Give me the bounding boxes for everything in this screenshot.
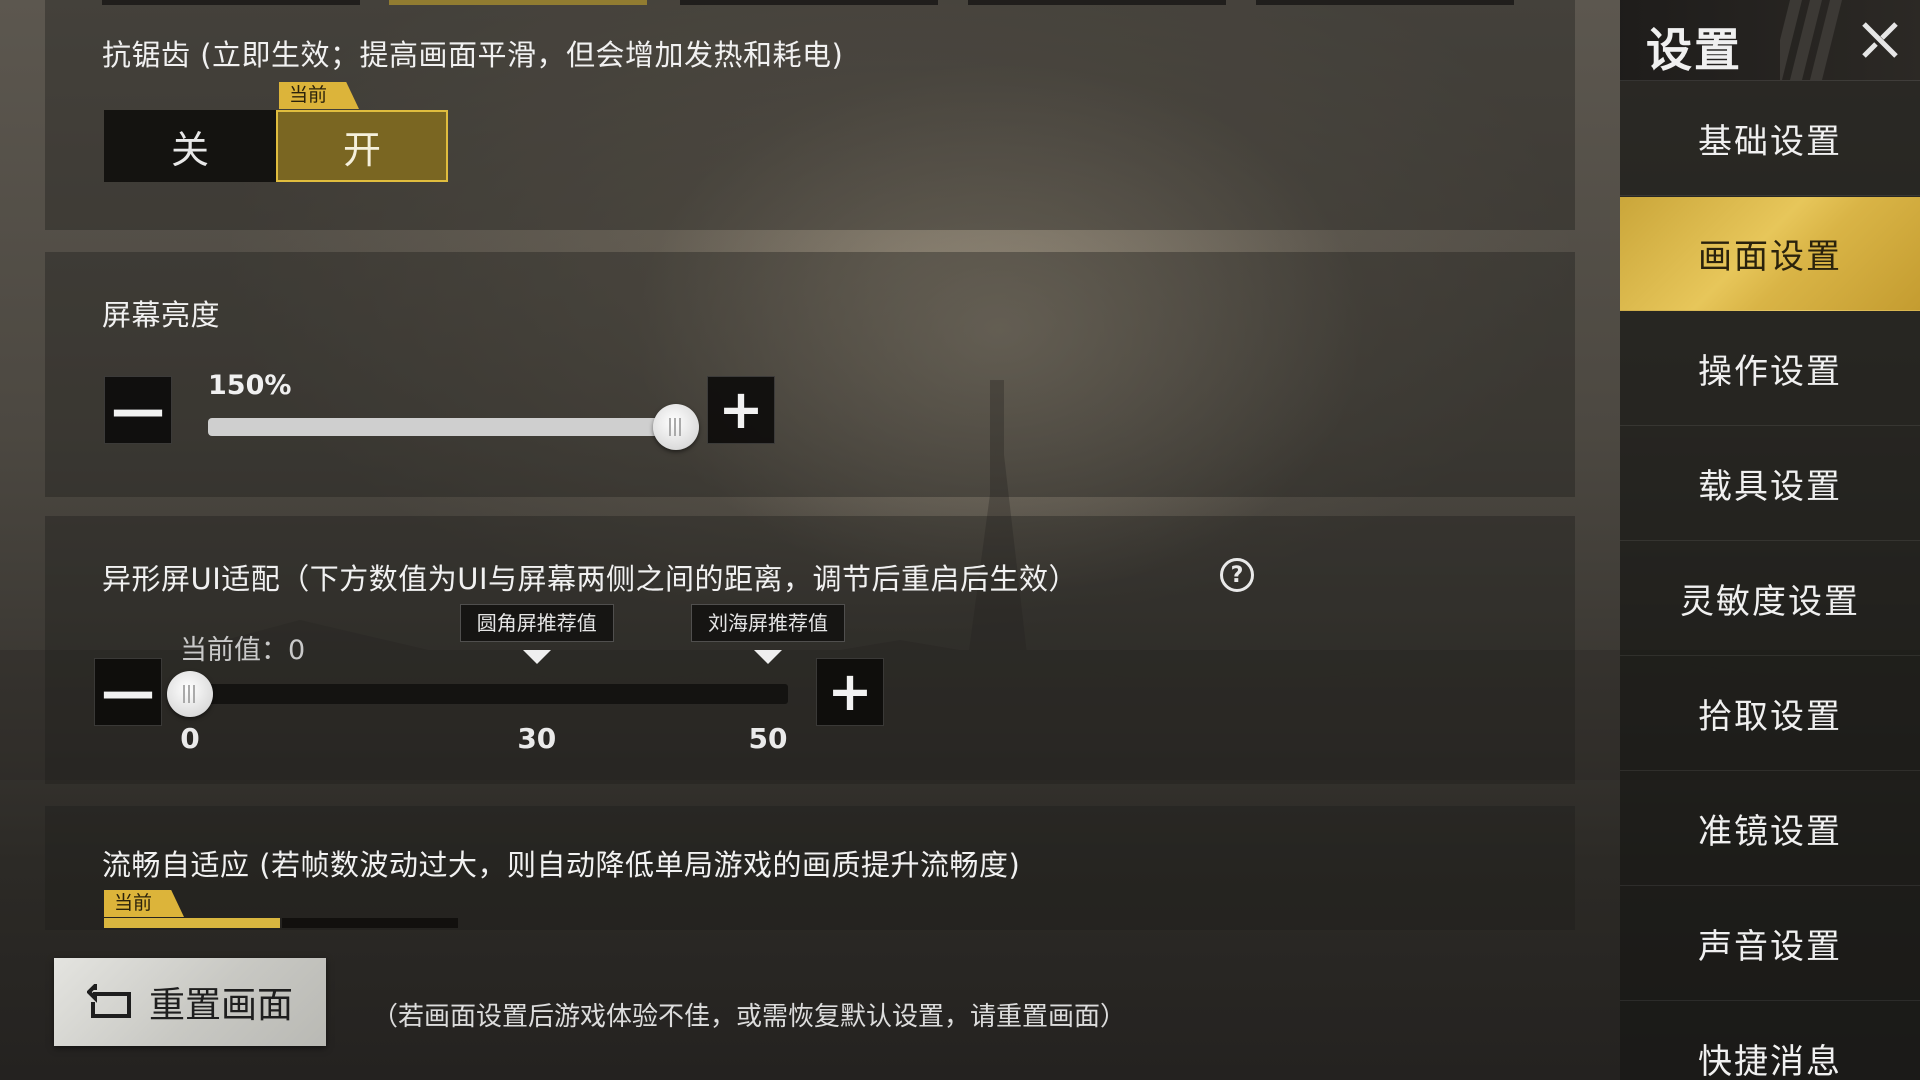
minus-icon: —	[111, 378, 165, 441]
sidebar-item-pickup[interactable]: 拾取设置	[1620, 657, 1920, 771]
notch-slider-thumb[interactable]	[167, 671, 213, 717]
brightness-increase-button[interactable]: +	[707, 376, 775, 444]
anti-aliasing-title: 抗锯齿 (立即生效；提高画面平滑，但会增加发热和耗电)	[102, 38, 844, 72]
notch-decrease-button[interactable]: —	[94, 658, 162, 726]
current-tag: 当前	[104, 890, 184, 917]
reset-graphics-button[interactable]: 重置画面	[54, 958, 326, 1046]
reset-hint: （若画面设置后游戏体验不佳，或需恢复默认设置，请重置画面）	[372, 1002, 1127, 1032]
sidebar-item-scope[interactable]: 准镜设置	[1620, 772, 1920, 886]
notch-slider-track[interactable]	[184, 684, 788, 704]
anti-aliasing-toggle: 关 开	[104, 110, 448, 182]
minus-icon: —	[101, 660, 155, 723]
notch-screen-marker-arrow	[754, 650, 782, 664]
notch-tick-label: 50	[748, 722, 788, 755]
reset-button-label: 重置画面	[148, 985, 293, 1026]
sidebar-header: 设置	[1620, 0, 1920, 81]
sidebar-item-controls[interactable]: 操作设置	[1620, 312, 1920, 426]
rounded-screen-recommended-label: 圆角屏推荐值	[459, 604, 614, 642]
notch-ui-title: 异形屏UI适配（下方数值为UI与屏幕两侧之间的距离，调节后重启后生效）	[102, 562, 1079, 596]
notch-tick-label: 30	[517, 722, 557, 755]
brightness-title: 屏幕亮度	[102, 298, 221, 332]
current-tag: 当前	[279, 82, 359, 109]
plus-icon: +	[718, 378, 764, 441]
smooth-adaptive-option[interactable]	[282, 918, 458, 928]
decorative-stripes	[1780, 0, 1842, 80]
sidebar-item-graphics[interactable]: 画面设置	[1620, 197, 1920, 311]
help-icon[interactable]: ?	[1220, 558, 1254, 592]
settings-sidebar: 设置 基础设置 画面设置 操作设置 载具设置 灵敏度设置 拾取设置 准镜设置 声音设置 快捷消息	[1620, 0, 1920, 1080]
smooth-adaptive-title: 流畅自适应 (若帧数波动过大，则自动降低单局游戏的画质提升流畅度)	[102, 848, 1021, 882]
notch-current-value: 当前值：0	[180, 635, 306, 666]
anti-aliasing-on-button[interactable]: 开	[276, 110, 448, 182]
rounded-screen-marker-arrow	[522, 650, 551, 664]
sidebar-item-vehicle[interactable]: 载具设置	[1620, 427, 1920, 541]
notch-tick-label: 0	[180, 722, 200, 755]
notch-increase-button[interactable]: +	[816, 658, 884, 726]
game-settings-screen: 抗锯齿 (立即生效；提高画面平滑，但会增加发热和耗电) 当前 关 开 屏幕亮度 …	[0, 0, 1920, 1080]
sidebar-item-quick-message[interactable]: 快捷消息	[1620, 1002, 1920, 1080]
brightness-slider-thumb[interactable]	[653, 404, 699, 450]
sidebar-item-sensitivity[interactable]: 灵敏度设置	[1620, 542, 1920, 656]
brightness-decrease-button[interactable]: —	[104, 376, 172, 444]
reset-icon	[86, 984, 131, 1018]
brightness-value: 150%	[208, 370, 292, 401]
plus-icon: +	[827, 660, 873, 723]
smooth-adaptive-option-active[interactable]	[104, 918, 280, 928]
anti-aliasing-off-button[interactable]: 关	[104, 110, 276, 182]
settings-title: 设置	[1646, 23, 1742, 77]
sidebar-item-basic[interactable]: 基础设置	[1620, 82, 1920, 196]
notch-screen-recommended-label: 刘海屏推荐值	[691, 604, 845, 642]
brightness-slider-track[interactable]	[208, 418, 676, 436]
sidebar-item-audio[interactable]: 声音设置	[1620, 887, 1920, 1001]
close-icon[interactable]	[1852, 12, 1908, 68]
